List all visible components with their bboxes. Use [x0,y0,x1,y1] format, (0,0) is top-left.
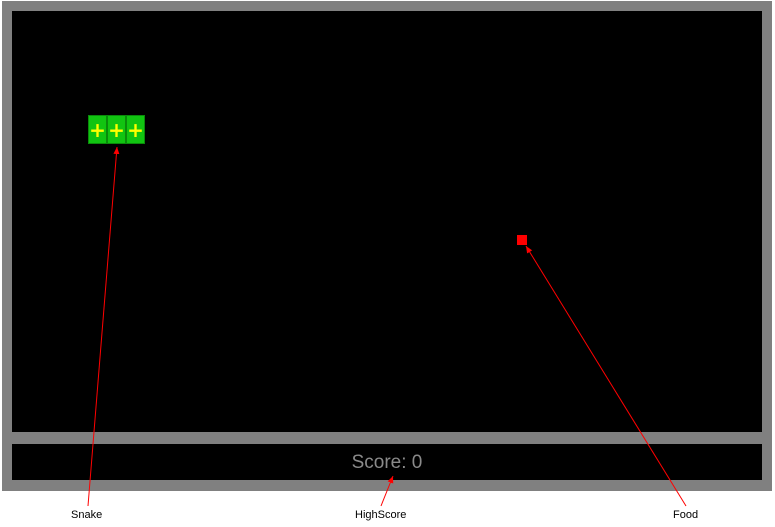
snake-annotation-label: Snake [71,509,103,521]
highscore-annotation-label: HighScore [355,509,407,521]
snake-segment: + [107,115,126,144]
game-board [12,11,762,432]
snake-segment: + [88,115,107,144]
score-display: Score: 0 [351,451,423,473]
snake-segment-mark: + [108,117,125,142]
snake-segment-mark: + [89,117,106,142]
food-annotation-label: Food [673,509,699,521]
food-pellet [517,235,527,245]
snake-segment-mark: + [127,117,144,142]
snake-segment: + [126,115,145,144]
score-bar: Score: 0 [12,444,762,480]
